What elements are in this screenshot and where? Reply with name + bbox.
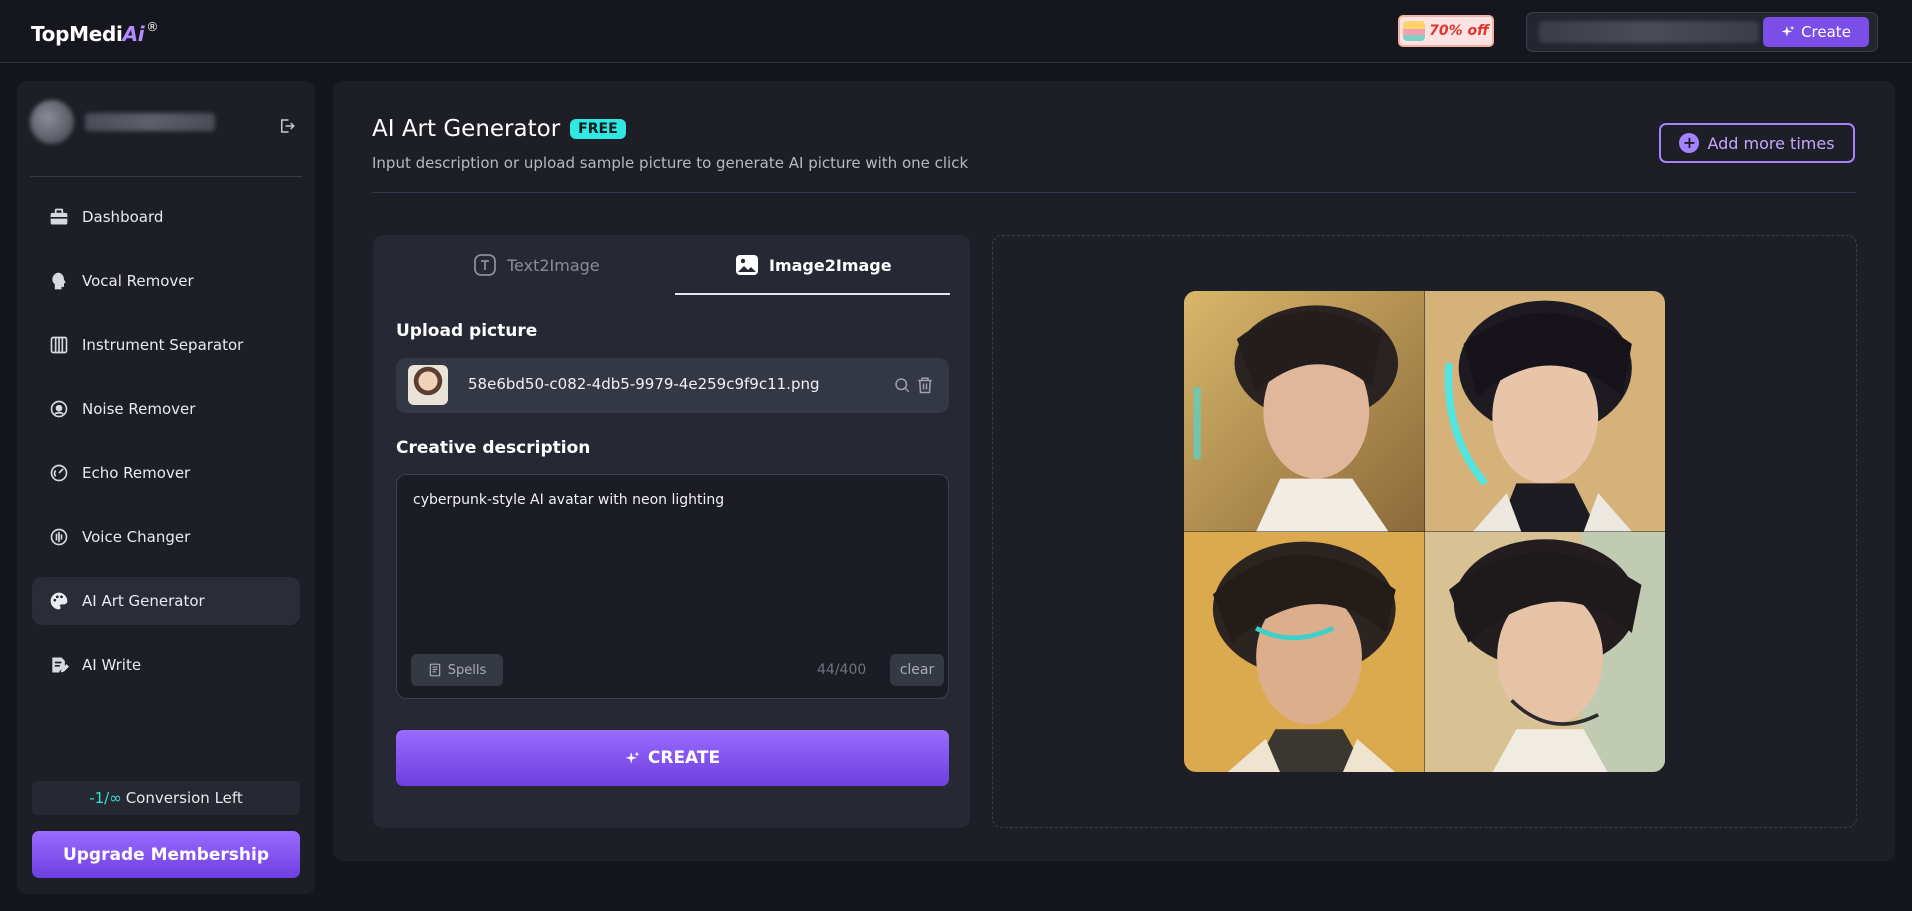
result-area	[992, 235, 1857, 828]
sparkle-icon	[625, 751, 640, 763]
page-title: AI Art Generator	[372, 116, 561, 142]
briefcase-icon	[48, 206, 70, 228]
sidebar-item-ai-write[interactable]: AI Write	[32, 641, 300, 689]
cake-icon	[1403, 21, 1426, 41]
plus-circle-icon: +	[1679, 133, 1700, 153]
sidebar-item-ai-art-generator[interactable]: AI Art Generator	[32, 577, 300, 625]
trash-icon[interactable]	[916, 375, 934, 395]
logout-icon[interactable]	[278, 117, 296, 135]
page-subtitle: Input description or upload sample pictu…	[372, 154, 969, 172]
title-row: AI Art Generator FREE	[372, 116, 626, 142]
top-create-button[interactable]: Create	[1763, 17, 1869, 47]
tab-image2image[interactable]: Image2Image	[735, 235, 892, 295]
sidebar-item-dashboard[interactable]: Dashboard	[32, 193, 300, 241]
generated-image[interactable]	[1424, 291, 1665, 532]
noise-icon	[48, 398, 70, 420]
active-tab-underline	[675, 293, 950, 295]
blurred-username	[85, 113, 215, 131]
conversion-count: -1/∞	[89, 789, 122, 807]
add-more-times-button[interactable]: + Add more times	[1659, 123, 1855, 163]
head-icon	[48, 270, 70, 292]
upgrade-membership-button[interactable]: Upgrade Membership	[32, 831, 300, 878]
blurred-account-info	[1539, 21, 1759, 43]
book-icon	[429, 663, 440, 677]
generated-image-grid	[1184, 291, 1665, 772]
sparkle-icon	[1781, 25, 1795, 37]
character-count: 44/400	[817, 662, 867, 678]
tab-label: Text2Image	[507, 255, 600, 275]
generator-form: Text2Image Image2Image Upload picture 58…	[373, 235, 970, 828]
sidebar-item-vocal-remover[interactable]: Vocal Remover	[32, 257, 300, 305]
voice-changer-icon	[48, 526, 70, 548]
sidebar-item-label: Dashboard	[82, 208, 164, 226]
brand-ai: Ai	[122, 22, 145, 46]
sidebar-item-label: Vocal Remover	[82, 272, 194, 290]
piano-icon	[48, 334, 70, 356]
top-bar: TopMediAi ® 70% off Create	[0, 0, 1912, 63]
generated-image[interactable]	[1184, 291, 1425, 532]
text-icon	[474, 254, 496, 276]
sidebar-item-label: AI Art Generator	[82, 592, 205, 610]
promo-text: 70% off	[1429, 23, 1489, 39]
tab-text2image[interactable]: Text2Image	[473, 235, 600, 295]
tab-label: Image2Image	[769, 255, 892, 275]
sidebar-divider	[30, 176, 302, 177]
image-icon	[736, 255, 758, 275]
create-button[interactable]: CREATE	[396, 730, 949, 786]
conversion-label: Conversion Left	[125, 789, 243, 807]
file-thumbnail	[408, 365, 448, 405]
registered-mark: ®	[146, 20, 159, 34]
spells-label: Spells	[447, 662, 487, 678]
conversion-left: -1/∞ Conversion Left	[32, 781, 300, 815]
sidebar-item-echo-remover[interactable]: Echo Remover	[32, 449, 300, 497]
search-icon[interactable]	[893, 376, 911, 394]
echo-icon	[48, 462, 70, 484]
top-create-label: Create	[1801, 23, 1851, 41]
generated-image[interactable]	[1184, 531, 1425, 772]
header-divider	[372, 192, 1856, 193]
uploaded-file[interactable]: 58e6bd50-c082-4db5-9979-4e259c9f9c11.png	[396, 358, 949, 413]
brand-logo[interactable]: TopMediAi ®	[31, 20, 159, 46]
free-badge: FREE	[570, 119, 626, 139]
promo-badge[interactable]: 70% off	[1398, 15, 1494, 47]
sidebar-item-voice-changer[interactable]: Voice Changer	[32, 513, 300, 561]
sidebar-item-label: Noise Remover	[82, 400, 196, 418]
sidebar-item-label: Voice Changer	[82, 528, 191, 546]
creative-description-label: Creative description	[396, 438, 591, 458]
sidebar-item-label: Echo Remover	[82, 464, 191, 482]
account-bar: Create	[1526, 12, 1878, 52]
generated-image[interactable]	[1424, 531, 1665, 772]
add-more-times-label: Add more times	[1707, 133, 1835, 153]
clear-button[interactable]: clear	[890, 654, 944, 686]
spells-button[interactable]: Spells	[411, 654, 503, 686]
palette-icon	[48, 590, 70, 612]
sidebar-item-label: Instrument Separator	[82, 336, 244, 354]
description-textarea[interactable]: cyberpunk-style AI avatar with neon ligh…	[396, 474, 949, 699]
description-text: cyberpunk-style AI avatar with neon ligh…	[413, 492, 725, 508]
sidebar-item-noise-remover[interactable]: Noise Remover	[32, 385, 300, 433]
sidebar: Dashboard Vocal Remover Instrument Separ…	[17, 81, 315, 894]
sidebar-item-label: AI Write	[82, 656, 142, 674]
file-name: 58e6bd50-c082-4db5-9979-4e259c9f9c11.png	[468, 375, 820, 393]
sidebar-item-instrument-separator[interactable]: Instrument Separator	[32, 321, 300, 369]
avatar[interactable]	[30, 100, 74, 144]
create-label: CREATE	[647, 748, 721, 768]
upload-picture-label: Upload picture	[396, 321, 538, 341]
main-panel: AI Art Generator FREE Input description …	[333, 81, 1895, 861]
brand-name: TopMedi	[31, 22, 123, 46]
write-icon	[48, 654, 70, 676]
